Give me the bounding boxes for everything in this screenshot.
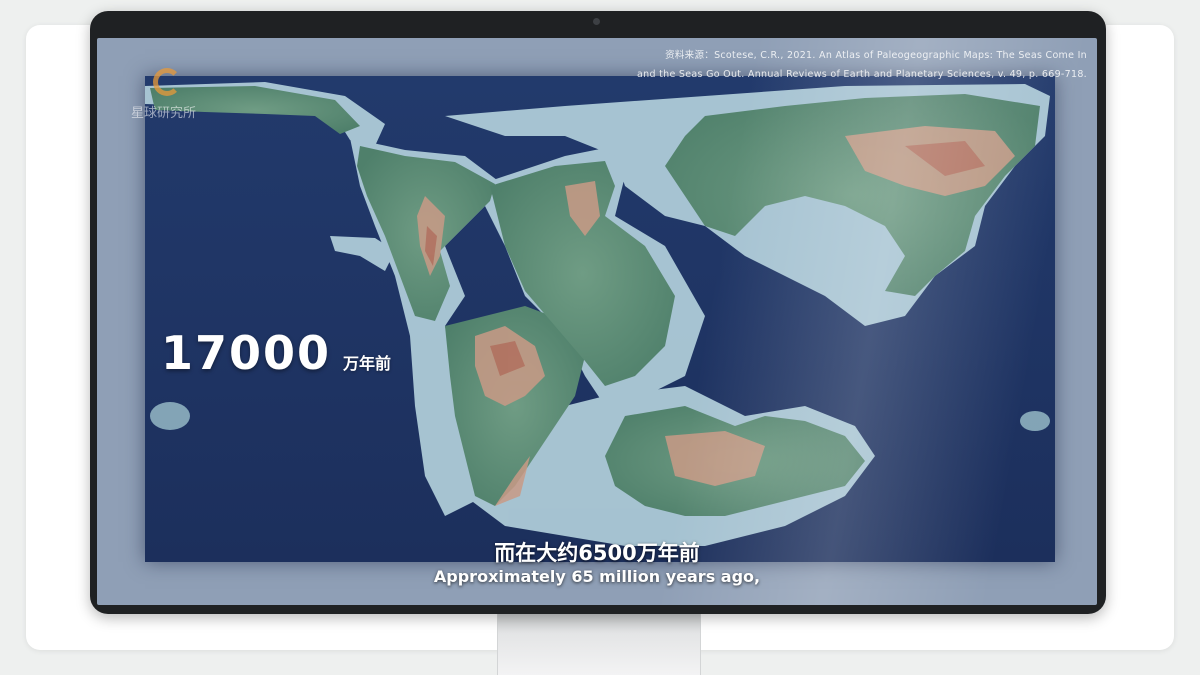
channel-logo: 星球研究所 [131,66,291,126]
subtitle-chinese: 而在大约6500万年前 [494,541,700,565]
source-citation: 资料来源：Scotese, C.R., 2021. An Atlas of Pa… [617,46,1087,84]
monitor-stand [497,612,701,675]
citation-line-1: 资料来源：Scotese, C.R., 2021. An Atlas of Pa… [665,50,1087,61]
age-unit: 万年前 [343,354,392,373]
logo-text: 星球研究所 [131,106,197,121]
logo-ring-icon [153,68,181,96]
subtitle-english: Approximately 65 million years ago, [433,567,761,586]
paleogeographic-map [145,76,1055,562]
video-screen[interactable]: 星球研究所 资料来源：Scotese, C.R., 2021. An Atlas… [97,38,1097,605]
webcam-dot [593,18,600,25]
monitor-frame: 星球研究所 资料来源：Scotese, C.R., 2021. An Atlas… [90,11,1106,614]
citation-line-2: and the Seas Go Out. Annual Reviews of E… [637,69,1087,80]
age-label: 17000 万年前 [161,330,391,376]
age-number: 17000 [161,326,332,380]
